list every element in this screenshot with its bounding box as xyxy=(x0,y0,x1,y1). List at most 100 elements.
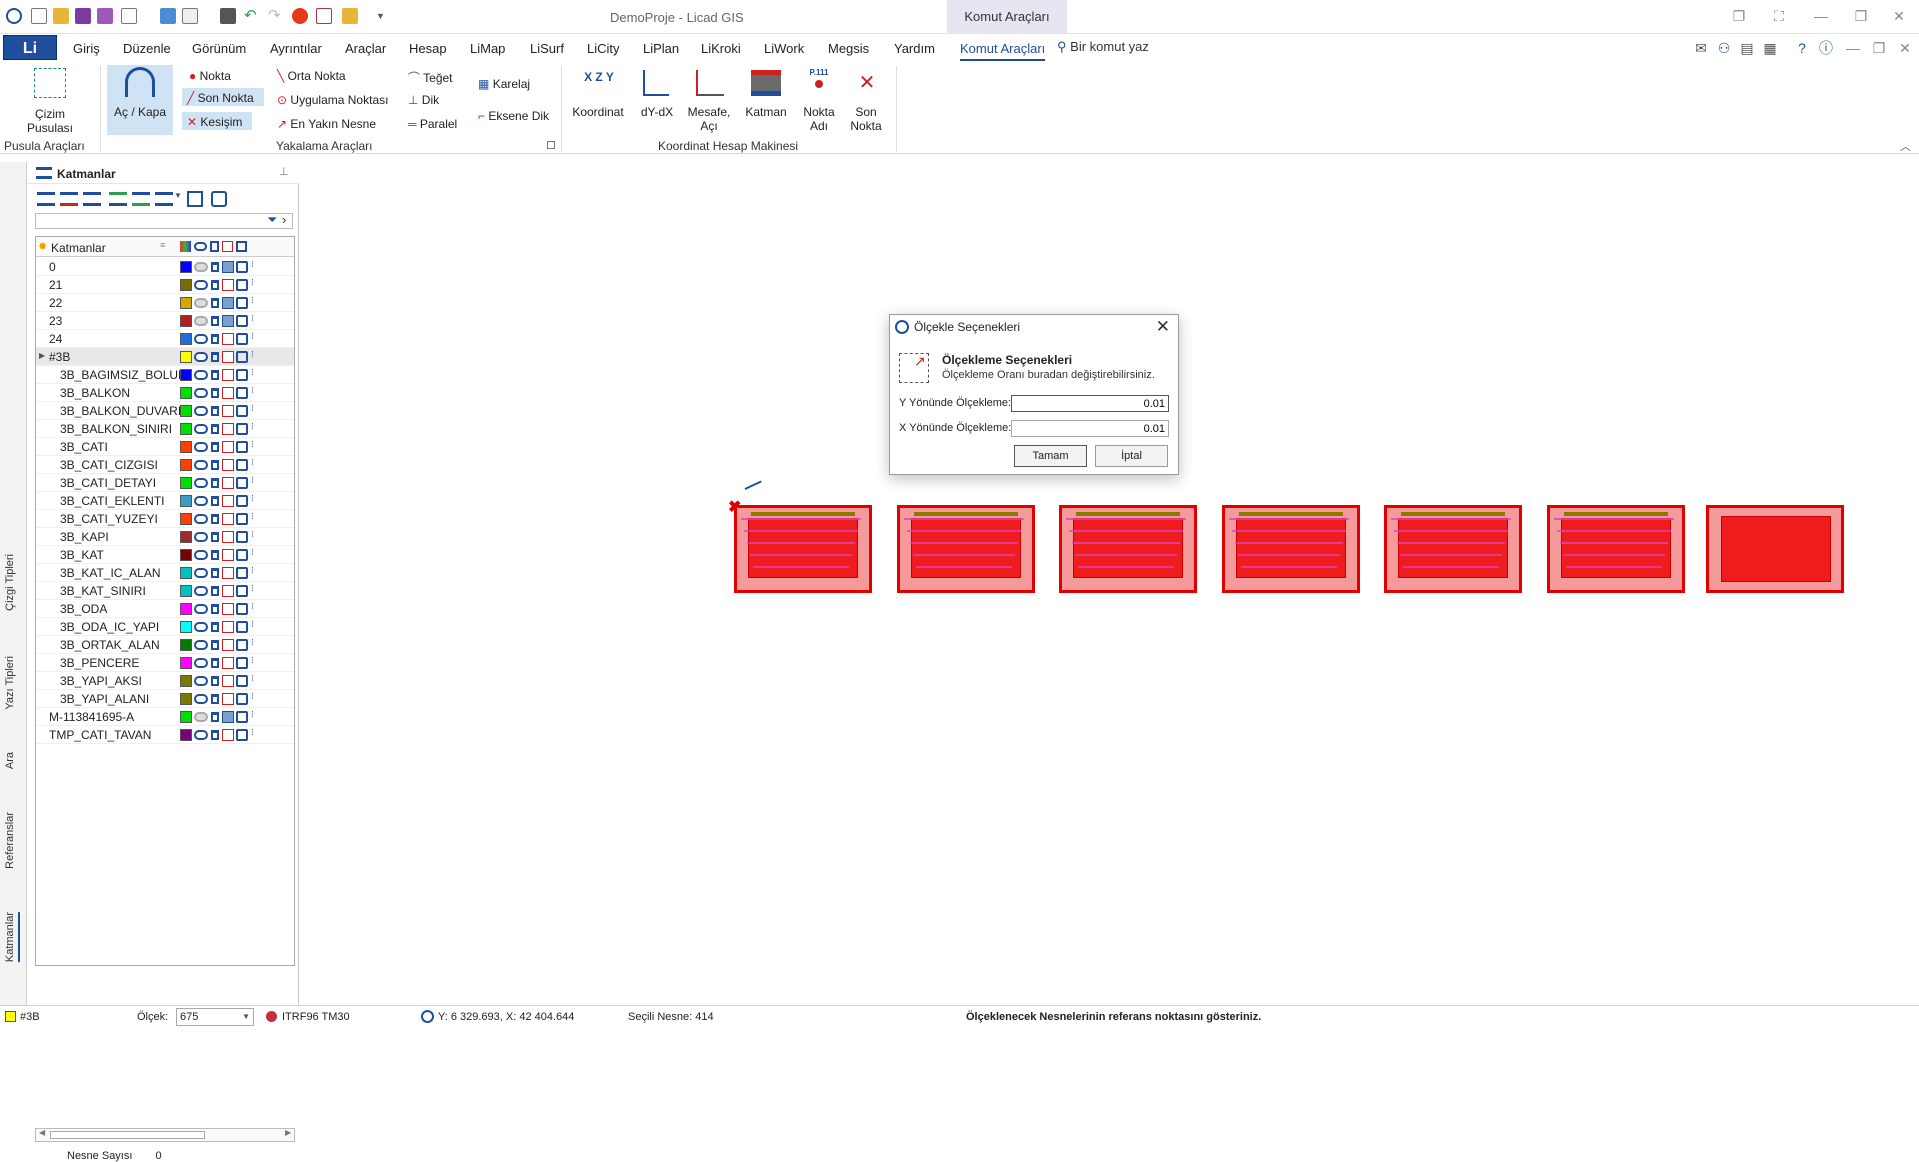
layer-color-swatch[interactable] xyxy=(180,333,192,345)
tab-görünüm[interactable]: Görünüm xyxy=(192,41,246,56)
scale-select[interactable]: 675 ▼ xyxy=(176,1008,254,1026)
restore-icon[interactable]: ❐ xyxy=(1728,6,1750,26)
lock-icon[interactable] xyxy=(211,262,219,272)
more-icon[interactable]: ⁝ xyxy=(251,673,254,684)
fill-toggle-icon[interactable] xyxy=(222,549,234,561)
print-icon[interactable] xyxy=(236,657,248,669)
print-icon[interactable] xyxy=(236,603,248,615)
collapse-ribbon-icon[interactable]: ︿ xyxy=(1900,138,1911,154)
tab-komut-araçları[interactable]: Komut Araçları xyxy=(960,41,1046,61)
layer-color-swatch[interactable] xyxy=(180,387,192,399)
lock-icon[interactable] xyxy=(211,352,219,362)
tab-ayrıntılar[interactable]: Ayrıntılar xyxy=(270,41,322,56)
visibility-toggle-icon[interactable] xyxy=(194,406,208,416)
more-icon[interactable]: ⁝ xyxy=(251,259,254,270)
layer-row[interactable]: 3B_CATI ⁝ xyxy=(36,438,294,456)
layer-row[interactable]: 0 ⁝ xyxy=(36,258,294,276)
print-icon[interactable] xyxy=(236,459,248,471)
refresh-layers-icon[interactable] xyxy=(211,191,227,207)
lock-icon[interactable] xyxy=(211,280,219,290)
layer-color-swatch[interactable] xyxy=(180,513,192,525)
more-icon[interactable]: ⁝ xyxy=(251,709,254,720)
tab-araçlar[interactable]: Araçlar xyxy=(345,41,386,56)
side-tab-referanslar[interactable]: Referanslar xyxy=(4,812,16,869)
redo-icon[interactable]: ↷ xyxy=(268,8,284,24)
print-icon[interactable] xyxy=(236,261,248,273)
layer-row[interactable]: 3B_CATI_YUZEYI ⁝ xyxy=(36,510,294,528)
chevron-right-icon[interactable]: › xyxy=(282,212,286,227)
layer-row[interactable]: TMP_CATI_TAVAN ⁝ xyxy=(36,726,294,744)
mail-icon[interactable]: ✉ xyxy=(1690,38,1712,58)
layer-color-swatch[interactable] xyxy=(180,549,192,561)
customize-dropdown-icon[interactable]: ▼ xyxy=(376,8,392,24)
y-scale-input[interactable] xyxy=(1011,395,1169,412)
document-icon[interactable]: ▤ xyxy=(1736,38,1758,58)
lock-icon[interactable] xyxy=(211,370,219,380)
fill-toggle-icon[interactable] xyxy=(222,387,234,399)
more-icon[interactable]: ⁝ xyxy=(251,529,254,540)
building-block[interactable] xyxy=(1059,505,1197,593)
building-block[interactable] xyxy=(734,505,872,593)
form-icon[interactable] xyxy=(182,8,198,24)
layer-row[interactable]: 3B_BALKON_DUVARI ⁝ xyxy=(36,402,294,420)
lock-icon[interactable] xyxy=(211,514,219,524)
fill-toggle-icon[interactable] xyxy=(222,279,234,291)
layer-color-swatch[interactable] xyxy=(180,567,192,579)
visibility-toggle-icon[interactable] xyxy=(194,694,208,704)
dialog-close-icon[interactable]: ✕ xyxy=(1156,317,1170,337)
visibility-toggle-icon[interactable] xyxy=(194,532,208,542)
expand-icon[interactable]: ▶ xyxy=(39,351,45,360)
layer-row[interactable]: 3B_KAT_SINIRI ⁝ xyxy=(36,582,294,600)
layer-row[interactable]: 22 ⁝ xyxy=(36,294,294,312)
more-icon[interactable]: ⁝ xyxy=(251,367,254,378)
visibility-toggle-icon[interactable] xyxy=(194,586,208,596)
open-folder-icon[interactable] xyxy=(53,8,69,24)
fill-toggle-icon[interactable] xyxy=(222,531,234,543)
visibility-toggle-icon[interactable] xyxy=(194,316,208,326)
visibility-toggle-icon[interactable] xyxy=(194,658,208,668)
layer-down-icon[interactable] xyxy=(132,192,150,206)
print-icon[interactable] xyxy=(236,387,248,399)
layer-row[interactable]: 3B_CATI_EKLENTI ⁝ xyxy=(36,492,294,510)
layer-row[interactable]: 3B_CATI_DETAYI ⁝ xyxy=(36,474,294,492)
lock-icon[interactable] xyxy=(211,550,219,560)
minimize-button[interactable]: — xyxy=(1810,6,1832,26)
building-block[interactable] xyxy=(1222,505,1360,593)
print-icon[interactable] xyxy=(236,549,248,561)
lock-icon[interactable] xyxy=(211,658,219,668)
fill-toggle-icon[interactable] xyxy=(222,639,234,651)
layer-color-swatch[interactable] xyxy=(180,657,192,669)
snap-teget[interactable]: ⌒ Teğet xyxy=(408,69,453,86)
more-icon[interactable]: ⁝ xyxy=(251,331,254,342)
print-icon[interactable] xyxy=(236,531,248,543)
visibility-toggle-icon[interactable] xyxy=(194,604,208,614)
layer-color-swatch[interactable] xyxy=(180,261,192,273)
tab-limap[interactable]: LiMap xyxy=(470,41,505,56)
more-icon[interactable]: ⁝ xyxy=(251,349,254,360)
save-as-icon[interactable] xyxy=(97,8,113,24)
visibility-toggle-icon[interactable] xyxy=(194,550,208,560)
more-icon[interactable]: ⁝ xyxy=(251,421,254,432)
snap-en-yakin-nesne[interactable]: ↗ En Yakın Nesne xyxy=(277,117,376,131)
side-tab-katmanlar[interactable]: Katmanlar xyxy=(4,912,20,963)
compass-drawing-icon[interactable] xyxy=(34,68,66,98)
fill-toggle-icon[interactable] xyxy=(222,477,234,489)
visibility-toggle-icon[interactable] xyxy=(194,514,208,524)
nokta-adi-button[interactable]: Nokta Adı xyxy=(800,105,838,133)
fill-toggle-icon[interactable] xyxy=(222,369,234,381)
layer-filter-input[interactable]: ⏷ › xyxy=(35,212,293,229)
side-tab-cizgi-tipleri[interactable]: Çizgi Tipleri xyxy=(4,554,16,611)
lock-icon[interactable] xyxy=(211,532,219,542)
layer-row[interactable]: 3B_KAPI ⁝ xyxy=(36,528,294,546)
layer-color-swatch[interactable] xyxy=(180,531,192,543)
print-icon[interactable] xyxy=(236,423,248,435)
ruler-icon[interactable] xyxy=(342,8,358,24)
layer-color-swatch[interactable] xyxy=(180,495,192,507)
lock-icon[interactable] xyxy=(211,496,219,506)
maximize-button[interactable]: ❐ xyxy=(1850,6,1872,26)
visibility-toggle-icon[interactable] xyxy=(194,496,208,506)
print-icon[interactable] xyxy=(236,369,248,381)
tab-megsis[interactable]: Megsis xyxy=(828,41,869,56)
fill-toggle-icon[interactable] xyxy=(222,333,234,345)
lock-icon[interactable] xyxy=(211,622,219,632)
